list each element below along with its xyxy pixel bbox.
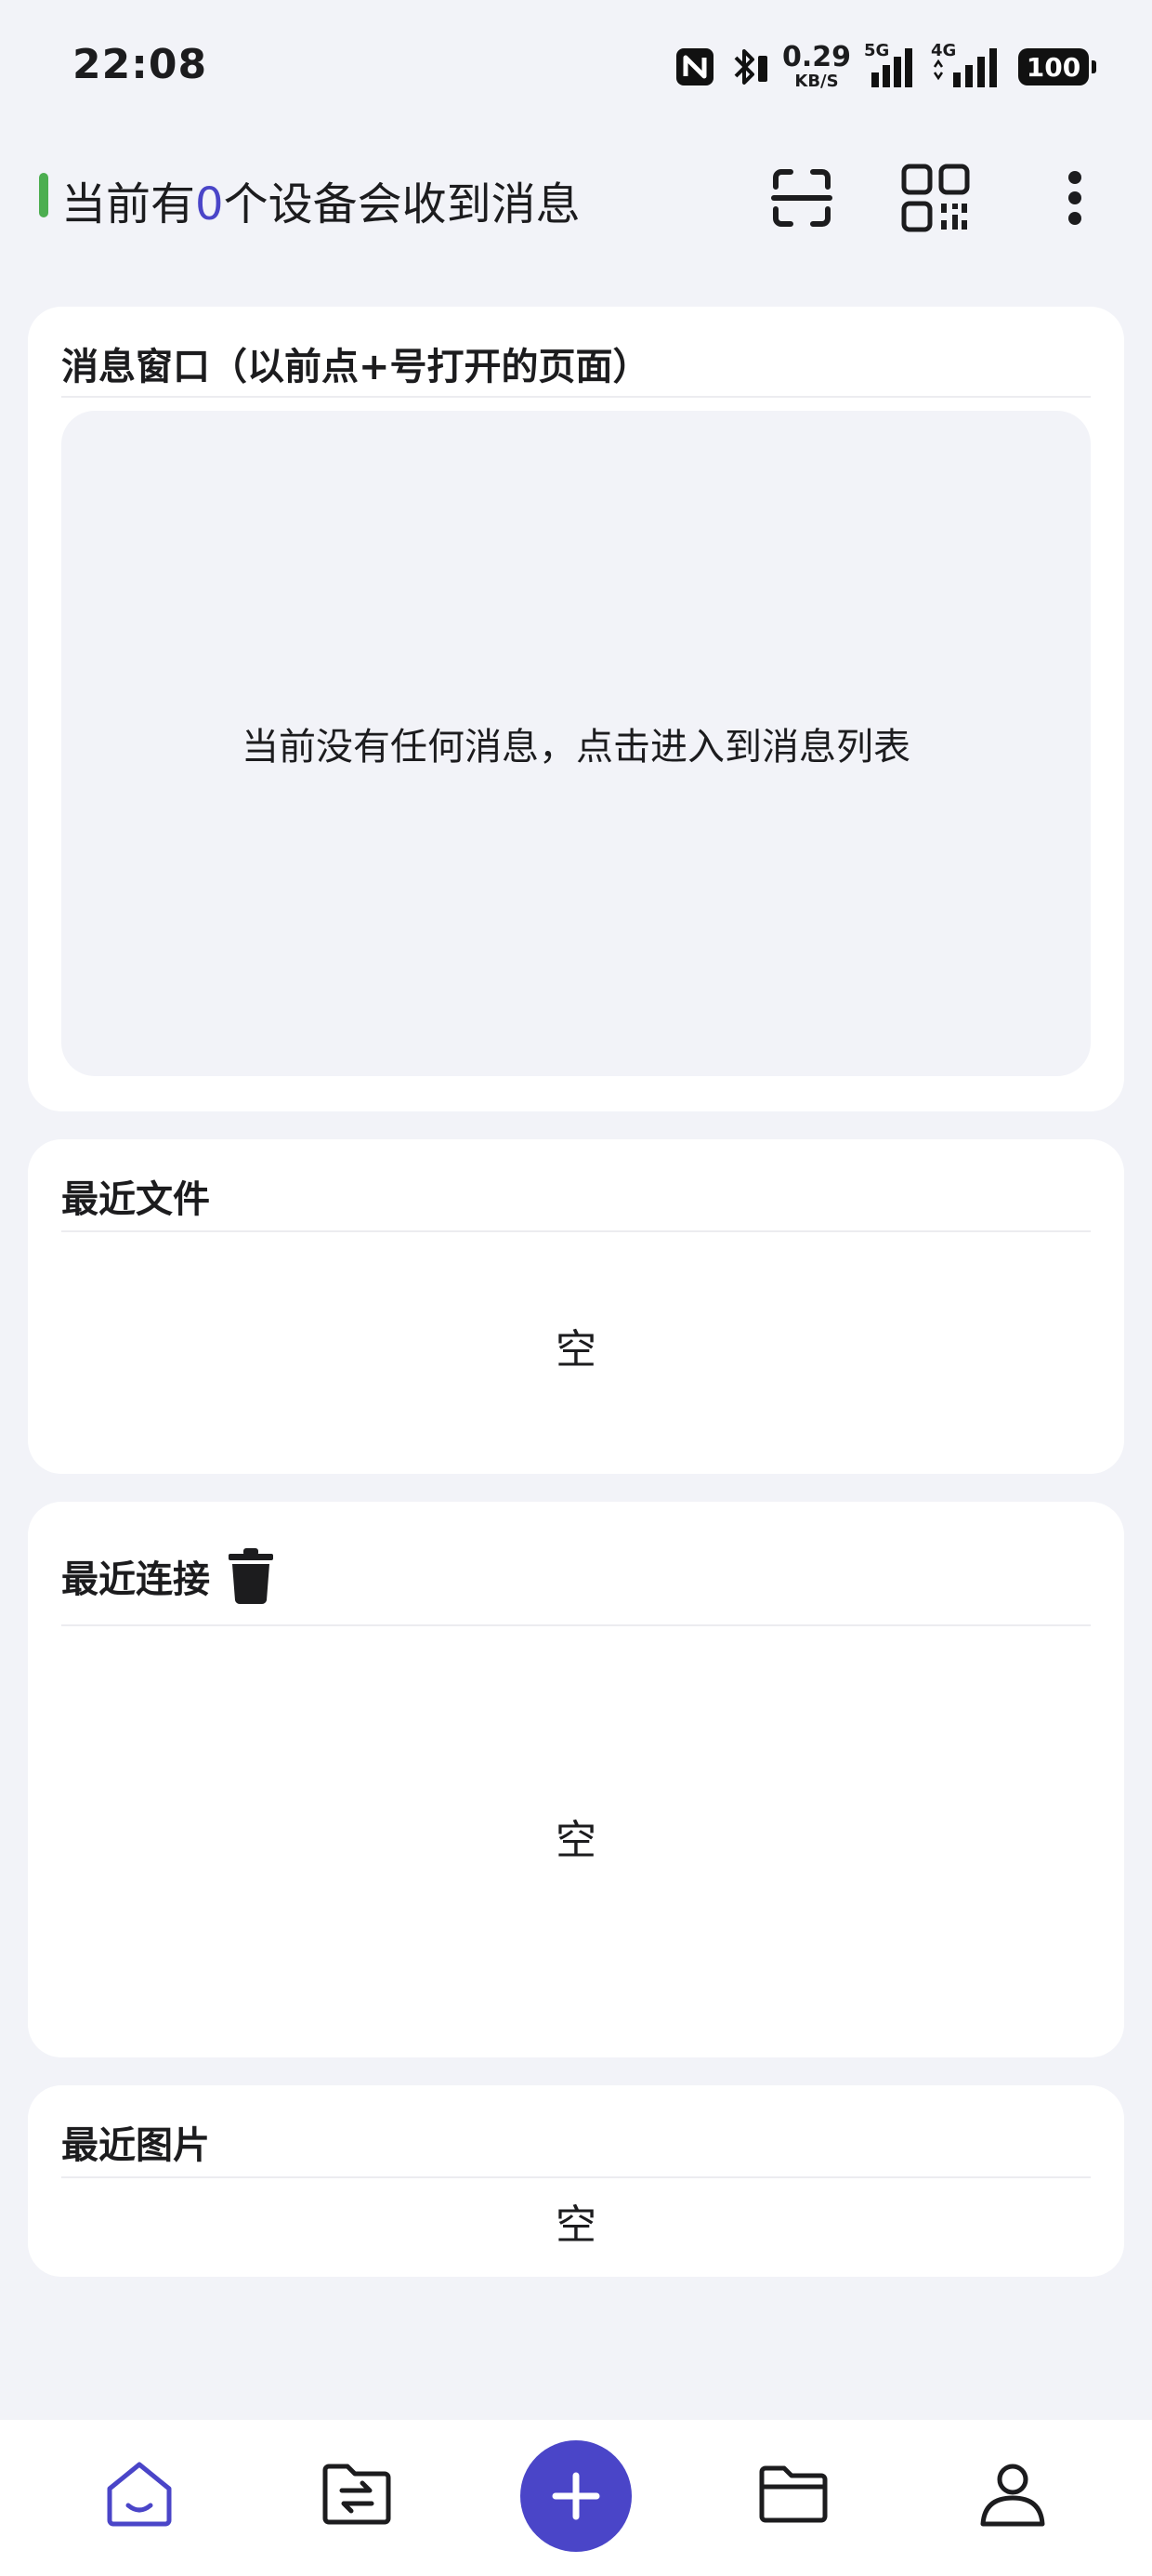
recent-files-title: 最近文件 [61, 1178, 210, 1221]
clear-connections-button[interactable] [227, 1546, 275, 1606]
device-count: 0 [195, 178, 224, 230]
file-transfer-icon [322, 2464, 391, 2525]
network-speed-unit: KB/S [794, 72, 839, 91]
title-prefix: 当前有 [61, 178, 196, 230]
network-speed-value: 0.29 [781, 41, 851, 73]
recent-images-title: 最近图片 [61, 2124, 210, 2167]
recent-connections-empty: 空 [556, 1817, 596, 1864]
message-window-title: 消息窗口（以前点+号打开的页面） [61, 346, 650, 388]
network-speed: 0.29 KB/S [782, 44, 851, 90]
recent-files-card: 最近文件 空 [28, 1139, 1124, 1474]
recent-images-card: 最近图片 空 [28, 2085, 1124, 2277]
header-accent-bar [39, 173, 48, 217]
scan-icon [771, 169, 832, 227]
trash-icon [229, 1548, 273, 1605]
message-list-link[interactable]: 当前没有任何消息，点击进入到消息列表 [61, 411, 1091, 1076]
card-divider [61, 1230, 1091, 1232]
card-divider [61, 1624, 1091, 1626]
network-4g-label: 4G [931, 41, 957, 60]
recent-images-empty: 空 [556, 2201, 596, 2249]
header: 当前有0个设备会收到消息 [0, 149, 1152, 242]
nav-file-transfer[interactable] [310, 2448, 403, 2541]
status-icons: 0.29 KB/S 5G 4G 100 [674, 41, 1096, 93]
status-time: 22:08 [72, 41, 208, 88]
nav-home[interactable] [93, 2448, 186, 2541]
recent-connections-card: 最近连接 空 [28, 1502, 1124, 2057]
device-count-title: 当前有0个设备会收到消息 [61, 167, 581, 232]
scan-button[interactable] [760, 156, 844, 240]
add-button[interactable] [520, 2440, 632, 2552]
message-window-card: 消息窗口（以前点+号打开的页面） 当前没有任何消息，点击进入到消息列表 [28, 307, 1124, 1111]
card-divider [61, 2176, 1091, 2178]
bluetooth-icon [734, 49, 767, 85]
recent-connections-title: 最近连接 [61, 1558, 210, 1601]
recent-connections-header: 最近连接 [61, 1546, 275, 1606]
folder-icon [759, 2465, 828, 2523]
network-5g-label: 5G [864, 41, 890, 60]
bottom-navigation [0, 2420, 1152, 2576]
recent-files-empty: 空 [556, 1326, 596, 1373]
plus-icon [552, 2472, 600, 2520]
battery-indicator: 100 [1018, 48, 1096, 85]
home-icon [107, 2462, 172, 2527]
user-icon [980, 2464, 1045, 2527]
qr-code-button[interactable] [894, 156, 977, 240]
signal-5g: 5G [864, 41, 918, 89]
card-divider [61, 396, 1091, 398]
status-bar: 22:08 0.29 KB/S 5G 4G 100 [0, 0, 1152, 139]
qr-code-icon [901, 164, 970, 232]
signal-4g: 4G [931, 41, 1005, 89]
nav-folders[interactable] [747, 2448, 840, 2541]
nfc-icon [675, 48, 713, 85]
nav-profile[interactable] [966, 2448, 1059, 2541]
more-menu-button[interactable] [1033, 156, 1117, 240]
title-suffix: 个设备会收到消息 [223, 178, 581, 230]
more-vertical-icon [1068, 171, 1081, 225]
message-empty-text: 当前没有任何消息，点击进入到消息列表 [242, 726, 910, 769]
